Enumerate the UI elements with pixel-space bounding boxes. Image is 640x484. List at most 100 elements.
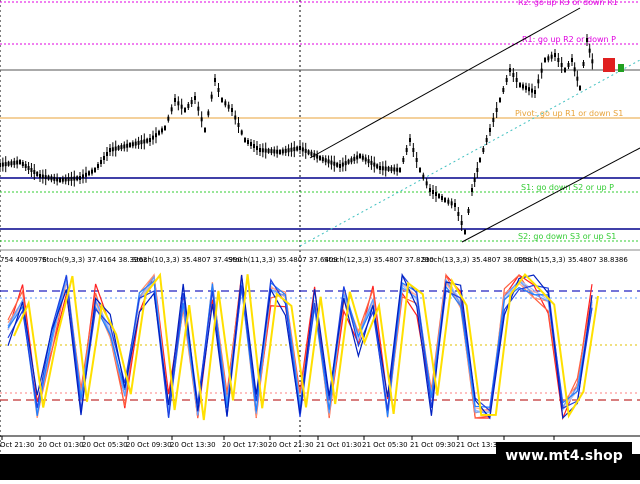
candle-body [384, 166, 387, 171]
candle-body [19, 160, 21, 164]
candle-body [457, 212, 460, 216]
mt4-chart-window[interactable]: R2: go up R3 or down R1 R1: go up R2 or d… [0, 0, 640, 480]
candle-body [126, 143, 129, 148]
candle-body [204, 128, 206, 132]
candle-body [39, 174, 41, 178]
candle-body [88, 171, 90, 176]
candle-body [525, 85, 527, 90]
candle-body [190, 100, 193, 104]
candle-body [261, 148, 264, 153]
candle-body [537, 79, 540, 84]
candle-body [353, 156, 356, 161]
candle-body [419, 168, 421, 172]
time-label: 21 Oct 09:30 [410, 441, 456, 449]
candle-body [361, 155, 364, 160]
candle-body [73, 176, 76, 181]
chart-canvas[interactable]: R2: go up R3 or down R1 R1: go up R2 or d… [0, 0, 640, 480]
candle-body [221, 98, 223, 102]
candle-body [227, 104, 230, 109]
candle-body [319, 156, 321, 160]
candle-body [435, 192, 437, 196]
candle-body [441, 196, 443, 200]
candle-body [61, 177, 64, 182]
candle-body [464, 230, 466, 234]
candle-body [0, 163, 1, 167]
candle-body [393, 167, 396, 172]
pivot-level-label: R1: go up R2 or down P [522, 35, 616, 44]
candle-body [310, 151, 313, 156]
candle-body [571, 58, 573, 62]
candle-body [27, 166, 30, 170]
candle-body [16, 160, 19, 165]
candle-body [399, 168, 401, 172]
stoch-header: Stoch(12,3,3) 35.4807 37.8290 [324, 256, 434, 264]
candle-body [396, 167, 399, 172]
candle-body [4, 162, 7, 167]
candle-body [210, 94, 213, 99]
candle-body [279, 150, 281, 154]
candle-body [482, 148, 485, 152]
candle-body [237, 123, 240, 127]
candle-body [576, 76, 579, 81]
stoch-header: Stoch(10,3,3) 35.4807 37.4990 [132, 256, 242, 264]
candle-body [293, 147, 296, 152]
time-label: 20 Oct 13:30 [170, 441, 216, 449]
candle-body [350, 158, 353, 163]
candle-body [531, 88, 533, 93]
brand-watermark: www.mt4.shop [496, 442, 632, 470]
candle-body [409, 138, 411, 142]
candle-body [333, 161, 336, 166]
candle-body [495, 108, 498, 112]
candle-body [509, 68, 511, 72]
candle-body [214, 78, 216, 82]
candle-body [76, 176, 79, 181]
candle-body [284, 148, 287, 153]
candle-body [432, 190, 434, 194]
candle-body [67, 177, 70, 182]
candle-body [41, 174, 44, 179]
candle-body [339, 164, 341, 168]
candle-body [273, 149, 276, 154]
time-label: 20 Oct 01:30 [38, 441, 84, 449]
candle-body [187, 104, 190, 108]
candle-body [405, 148, 408, 152]
candle-body [267, 148, 270, 153]
time-label: 20 Oct 17:30 [222, 441, 268, 449]
candle-body [149, 138, 151, 142]
candle-body [402, 158, 405, 162]
candle-body [21, 162, 24, 166]
candle-body [591, 59, 594, 64]
stoch-header: Stoch(13,3,3) 35.4807 38.0039 [422, 256, 532, 264]
candle-body [447, 199, 450, 204]
candle-body [114, 146, 117, 151]
candle-body [316, 154, 319, 159]
candle-body [499, 98, 501, 102]
candle-body [91, 169, 93, 174]
candle-body [554, 53, 556, 57]
stoch-header: 754 4000976 [0, 256, 47, 264]
candle-body [586, 38, 588, 42]
time-label: Oct 21:30 [0, 441, 35, 449]
candle-body [313, 153, 316, 158]
candle-body [582, 62, 585, 66]
candle-body [564, 68, 566, 72]
candle-body [131, 142, 134, 147]
candle-body [381, 166, 384, 171]
candle-body [460, 221, 463, 225]
candle-body [97, 164, 99, 168]
candle-body [79, 176, 81, 180]
candle-body [502, 88, 505, 92]
candle-body [444, 198, 446, 202]
candle-body [519, 83, 521, 87]
candle-body [106, 152, 108, 156]
pivot-level-label: R2: go up R3 or down R1 [518, 0, 618, 7]
candle-body [143, 139, 146, 144]
candle-body [324, 158, 327, 163]
candle-body [344, 161, 347, 166]
candle-body [299, 146, 301, 150]
candle-body [152, 135, 154, 140]
candle-body [146, 138, 149, 143]
candle-body [290, 147, 293, 152]
candle-body [234, 115, 237, 120]
candle-body [281, 149, 284, 154]
